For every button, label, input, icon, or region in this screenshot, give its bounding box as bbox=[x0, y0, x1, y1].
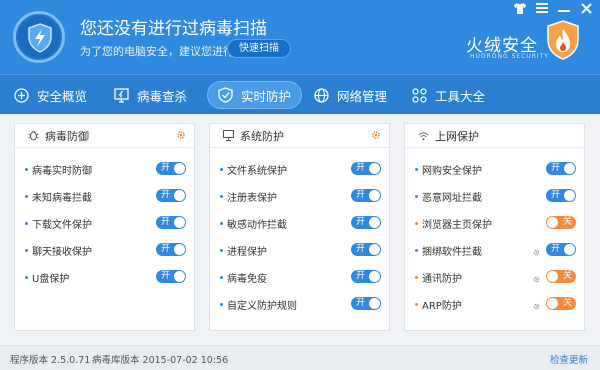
toggle-switch[interactable]: 开 bbox=[351, 189, 381, 202]
header-subtitle: 为了您的电脑安全，建议您进行 bbox=[80, 45, 234, 58]
toggle-switch[interactable]: 开 bbox=[156, 189, 186, 202]
shirt-icon[interactable] bbox=[514, 3, 526, 15]
card-title: 系统防护 bbox=[240, 129, 284, 143]
toggle-switch[interactable]: 关 bbox=[546, 216, 576, 229]
tab-label: 病毒查杀 bbox=[137, 88, 188, 104]
card-header: 病毒防御 bbox=[15, 124, 194, 148]
list-item: 下载文件保护 开 bbox=[25, 216, 186, 231]
plus-circle-icon bbox=[13, 87, 29, 103]
list-item: 文件系统保护 开 bbox=[220, 162, 381, 177]
huorong-logo-icon bbox=[547, 20, 579, 63]
window-controls bbox=[514, 3, 592, 15]
virus-db-version: 病毒库版本 2015-07-02 10:56 bbox=[92, 355, 229, 366]
card-web-protection: 上网保护 网购安全保护 开 恶意网址拦截 开 浏览器主页保护 关 捆绑软件拦截 … bbox=[404, 123, 585, 331]
toggle-switch[interactable]: 开 bbox=[351, 297, 381, 310]
tab-tools[interactable]: 工具大全 bbox=[411, 81, 485, 109]
card-header: 上网保护 bbox=[405, 124, 584, 148]
status-bar: 程序版本 2.5.0.71 病毒库版本 2015-07-02 10:56 检查更… bbox=[0, 345, 600, 370]
toggle-switch[interactable]: 开 bbox=[351, 243, 381, 256]
settings-gear-icon[interactable] bbox=[533, 300, 540, 310]
settings-gear-icon[interactable] bbox=[533, 273, 540, 283]
program-version: 程序版本 2.5.0.71 bbox=[10, 355, 91, 366]
grid-icon bbox=[411, 87, 427, 103]
toggle-switch[interactable]: 关 bbox=[546, 270, 576, 283]
list-item: U盘保护 开 bbox=[25, 270, 186, 285]
list-item: 通讯防护 关 bbox=[415, 270, 576, 285]
main-nav: 安全概览 病毒查杀 实时防护 网络管理 工具大全 bbox=[0, 74, 600, 114]
toggle-switch[interactable]: 开 bbox=[546, 162, 576, 175]
settings-gear-icon[interactable] bbox=[533, 246, 540, 256]
list-item: 聊天接收保护 开 bbox=[25, 243, 186, 258]
tab-label: 实时防护 bbox=[241, 88, 292, 104]
card-title: 病毒防御 bbox=[45, 129, 89, 143]
globe-icon bbox=[313, 87, 329, 103]
list-item: 捆绑软件拦截 开 bbox=[415, 243, 576, 258]
list-item: 敏感动作拦截 开 bbox=[220, 216, 381, 231]
tab-network-management[interactable]: 网络管理 bbox=[313, 81, 387, 109]
toggle-switch[interactable]: 开 bbox=[351, 216, 381, 229]
scan-icon bbox=[113, 87, 129, 103]
list-item: 浏览器主页保护 关 bbox=[415, 216, 576, 231]
quick-scan-button[interactable]: 快速扫描 bbox=[227, 39, 291, 58]
close-icon[interactable] bbox=[580, 3, 592, 15]
tab-security-overview[interactable]: 安全概览 bbox=[13, 81, 87, 109]
check-update-link[interactable]: 检查更新 bbox=[550, 352, 588, 366]
tab-label: 安全概览 bbox=[37, 88, 88, 104]
toggle-switch[interactable]: 开 bbox=[156, 216, 186, 229]
list-item: 未知病毒拦截 开 bbox=[25, 189, 186, 204]
tab-realtime-protection[interactable]: 实时防护 bbox=[207, 81, 303, 109]
list-item: 注册表保护 开 bbox=[220, 189, 381, 204]
bug-icon bbox=[28, 130, 39, 141]
toggle-switch[interactable]: 开 bbox=[156, 162, 186, 175]
tab-virus-scan[interactable]: 病毒查杀 bbox=[113, 81, 187, 109]
toggle-switch[interactable]: 开 bbox=[546, 189, 576, 202]
list-item: 病毒实时防御 开 bbox=[25, 162, 186, 177]
toggle-switch[interactable]: 开 bbox=[156, 243, 186, 256]
header: 您还没有进行过病毒扫描 为了您的电脑安全，建议您进行 快速扫描 火绒安全 HUO… bbox=[0, 0, 600, 74]
list-item: 恶意网址拦截 开 bbox=[415, 189, 576, 204]
page-title: 您还没有进行过病毒扫描 bbox=[80, 19, 267, 39]
card-system-protection: 系统防护 文件系统保护 开 注册表保护 开 敏感动作拦截 开 进程保护 开 病毒… bbox=[209, 123, 390, 331]
list-item: 自定义防护规则 开 bbox=[220, 297, 381, 312]
settings-gear-icon[interactable] bbox=[371, 130, 381, 143]
menu-icon[interactable] bbox=[536, 3, 548, 15]
lightning-shield-icon bbox=[13, 11, 65, 63]
toggle-switch[interactable]: 开 bbox=[351, 270, 381, 283]
list-item: ARP防护 关 bbox=[415, 297, 576, 312]
toggle-switch[interactable]: 开 bbox=[156, 270, 186, 283]
list-item: 网购安全保护 开 bbox=[415, 162, 576, 177]
toggle-switch[interactable]: 开 bbox=[351, 162, 381, 175]
brand-name-en: HUORONG SECURITY bbox=[470, 53, 550, 60]
shield-icon bbox=[217, 87, 233, 103]
card-header: 系统防护 bbox=[210, 124, 389, 148]
monitor-icon bbox=[223, 130, 234, 141]
toggle-switch[interactable]: 关 bbox=[546, 297, 576, 310]
tab-label: 工具大全 bbox=[435, 88, 486, 104]
minimize-icon[interactable] bbox=[558, 3, 570, 15]
card-title: 上网保护 bbox=[435, 129, 479, 143]
settings-gear-icon[interactable] bbox=[176, 130, 186, 143]
card-virus-defense: 病毒防御 病毒实时防御 开 未知病毒拦截 开 下载文件保护 开 聊天接收保护 开… bbox=[14, 123, 195, 331]
wifi-icon bbox=[418, 130, 429, 141]
toggle-switch[interactable]: 开 bbox=[546, 243, 576, 256]
list-item: 病毒免疫 开 bbox=[220, 270, 381, 285]
tab-label: 网络管理 bbox=[337, 88, 388, 104]
list-item: 进程保护 开 bbox=[220, 243, 381, 258]
